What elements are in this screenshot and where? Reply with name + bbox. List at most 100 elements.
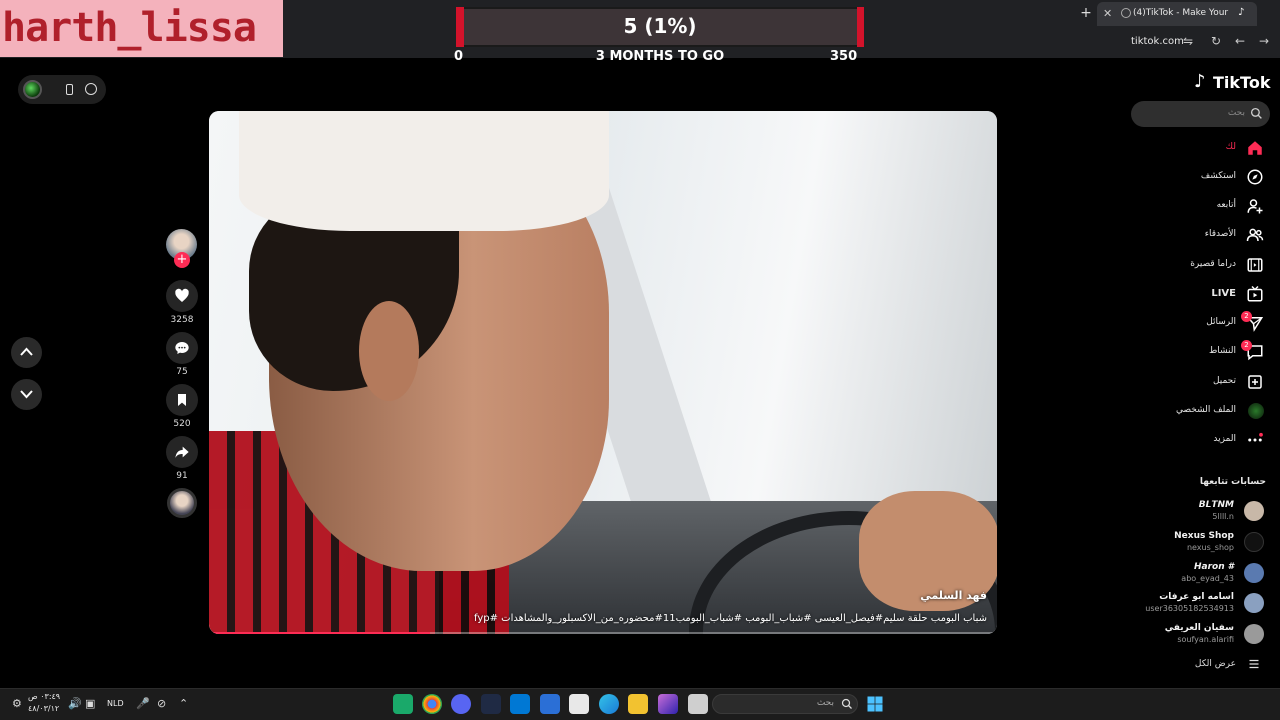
task-view-icon[interactable] bbox=[688, 694, 708, 714]
sidebar-item-label: تحميل bbox=[1212, 376, 1236, 386]
sound-disc-icon[interactable] bbox=[167, 488, 197, 518]
profile-avatar-icon bbox=[1248, 403, 1264, 419]
taskbar-date[interactable]: ٤٨/٠٣/١٢ bbox=[28, 704, 59, 713]
sidebar-item-messages[interactable]: الرسائل 2 bbox=[1140, 311, 1270, 335]
more-icon bbox=[1248, 432, 1263, 442]
sidebar-item-activity[interactable]: النشاط 2 bbox=[1140, 340, 1270, 364]
discord-icon[interactable] bbox=[451, 694, 471, 714]
followed-account[interactable]: اسامه ابو عرفات user36305182534913 bbox=[1130, 591, 1270, 617]
back-icon[interactable]: ← bbox=[1233, 34, 1247, 48]
audio-icon bbox=[1121, 8, 1131, 18]
share-button[interactable] bbox=[166, 436, 198, 468]
mic-muted-icon[interactable]: ⊘ bbox=[157, 697, 166, 710]
sidebar-item-live[interactable]: LIVE bbox=[1140, 284, 1270, 306]
sidebar-item-label: الرسائل bbox=[1206, 317, 1236, 327]
tiktok-logo[interactable]: TikTok bbox=[1213, 73, 1270, 92]
address-bar[interactable]: tiktok.com bbox=[1131, 36, 1184, 47]
sidebar-item-upload[interactable]: تحميل bbox=[1140, 372, 1270, 394]
sidebar-item-explore[interactable]: استكشف bbox=[1140, 167, 1270, 189]
file-explorer-icon[interactable] bbox=[628, 694, 648, 714]
sidebar-item-label: المزيد bbox=[1213, 434, 1236, 444]
chevron-up-icon[interactable]: ⌃ bbox=[179, 697, 188, 710]
network-icon[interactable]: ▣ bbox=[85, 697, 95, 710]
volume-icon[interactable]: 🔊 bbox=[68, 697, 82, 710]
sidebar-item-more[interactable]: المزيد bbox=[1140, 430, 1270, 452]
home-icon bbox=[1248, 141, 1262, 155]
account-name: Haron # bbox=[1193, 562, 1234, 572]
tiktok-logo-icon[interactable]: ♪ bbox=[1194, 71, 1206, 92]
store-icon[interactable] bbox=[569, 694, 589, 714]
forward-icon[interactable]: → bbox=[1257, 34, 1271, 48]
reload-icon[interactable]: ↻ bbox=[1209, 34, 1223, 48]
chrome-icon[interactable] bbox=[422, 694, 442, 714]
account-name: 𝘽𝙇𝙏𝙉𝙈 bbox=[1198, 500, 1234, 510]
tab-title: (4)TikTok - Make Your Day bbox=[1133, 8, 1231, 18]
previous-video-button[interactable] bbox=[11, 337, 42, 368]
followed-account[interactable]: Haron # abo_eyad_43 bbox=[1130, 561, 1270, 587]
comment-icon bbox=[175, 342, 189, 354]
close-tab-icon[interactable]: ✕ bbox=[1103, 7, 1112, 20]
screen: { "overlay": { "streamer_name": "harth_l… bbox=[0, 0, 1280, 720]
new-tab-button[interactable]: + bbox=[1079, 5, 1093, 21]
site-settings-icon[interactable]: ⇋ bbox=[1181, 34, 1195, 48]
vscode-icon[interactable] bbox=[510, 694, 530, 714]
video-caption[interactable]: شباب البومب حلقة سليم#فيصل_العيسى #شباب_… bbox=[474, 613, 987, 624]
goal-max: 350 bbox=[830, 49, 858, 64]
like-count: 3258 bbox=[170, 315, 194, 325]
list-icon bbox=[1249, 659, 1259, 669]
taskbar-time[interactable]: ٠٣:٤٩ ص bbox=[28, 692, 60, 701]
avatar bbox=[1244, 532, 1264, 552]
messages-badge: 2 bbox=[1241, 311, 1252, 322]
phone-icon[interactable] bbox=[66, 84, 73, 95]
search-placeholder: بحث bbox=[1227, 108, 1245, 118]
like-button[interactable] bbox=[166, 280, 198, 312]
sidebar-item-short-drama[interactable]: دراما قصيرة bbox=[1140, 255, 1270, 277]
compass-icon[interactable] bbox=[85, 83, 97, 95]
keyboard-language[interactable]: NLD bbox=[107, 699, 124, 708]
next-video-button[interactable] bbox=[11, 379, 42, 410]
search-icon[interactable] bbox=[841, 698, 853, 710]
search-icon[interactable] bbox=[1250, 107, 1263, 120]
video-progress-track[interactable] bbox=[209, 632, 997, 634]
bookmark-icon bbox=[178, 394, 186, 406]
followed-account[interactable]: Nexus Shop nexus_shop bbox=[1130, 530, 1270, 556]
sidebar-item-label: استكشف bbox=[1200, 171, 1236, 181]
sidebar-item-label: الأصدقاء bbox=[1204, 229, 1236, 239]
video-author[interactable]: فهد السلمي bbox=[920, 589, 987, 602]
live-icon bbox=[1247, 285, 1263, 302]
windows-start-icon[interactable] bbox=[866, 695, 884, 713]
save-count: 520 bbox=[173, 419, 191, 429]
comment-button[interactable] bbox=[166, 332, 198, 364]
mail-icon[interactable] bbox=[540, 694, 560, 714]
sidebar-item-friends[interactable]: الأصدقاء bbox=[1140, 225, 1270, 247]
sidebar-item-label: لك bbox=[1225, 142, 1236, 152]
followed-account[interactable]: 𝘽𝙇𝙏𝙉𝙈 5llll.n bbox=[1130, 499, 1270, 525]
video-progress-fill bbox=[209, 632, 430, 634]
followed-account[interactable]: سفيان العريفي soufyan.alarifi bbox=[1130, 622, 1270, 648]
sidebar-item-label: أتابعه bbox=[1216, 200, 1236, 210]
heart-icon bbox=[175, 288, 189, 302]
account-username: soufyan.alarifi bbox=[1177, 635, 1234, 644]
sidebar-item-label: دراما قصيرة bbox=[1190, 259, 1236, 269]
drama-icon bbox=[1247, 258, 1263, 272]
sidebar-item-following[interactable]: أتابعه bbox=[1140, 196, 1270, 218]
copilot-icon[interactable] bbox=[658, 694, 678, 714]
share-count: 91 bbox=[176, 471, 188, 481]
app-orb-icon[interactable] bbox=[23, 80, 42, 99]
settings-icon[interactable]: ⚙ bbox=[12, 697, 22, 710]
microphone-icon[interactable]: 🎤 bbox=[136, 697, 150, 710]
chevron-down-icon bbox=[20, 390, 33, 399]
following-section-title: حسابات تتابعها bbox=[1199, 477, 1266, 487]
save-button[interactable] bbox=[166, 384, 198, 416]
app-a-icon[interactable] bbox=[481, 694, 501, 714]
goal-current: 5 (1%) bbox=[623, 14, 697, 38]
taskbar-app-green-icon[interactable] bbox=[393, 694, 413, 714]
sidebar-item-for-you[interactable]: لك bbox=[1140, 138, 1270, 160]
show-all-label: عرض الكل bbox=[1194, 659, 1236, 669]
edge-icon[interactable] bbox=[599, 694, 619, 714]
show-all-button[interactable]: عرض الكل bbox=[1140, 658, 1266, 672]
comment-count: 75 bbox=[176, 367, 188, 377]
sidebar-item-profile[interactable]: الملف الشخصي bbox=[1140, 401, 1270, 423]
video-player[interactable]: فهد السلمي شباب البومب حلقة سليم#فيصل_ال… bbox=[209, 111, 997, 634]
follow-plus-icon[interactable]: + bbox=[174, 252, 190, 268]
